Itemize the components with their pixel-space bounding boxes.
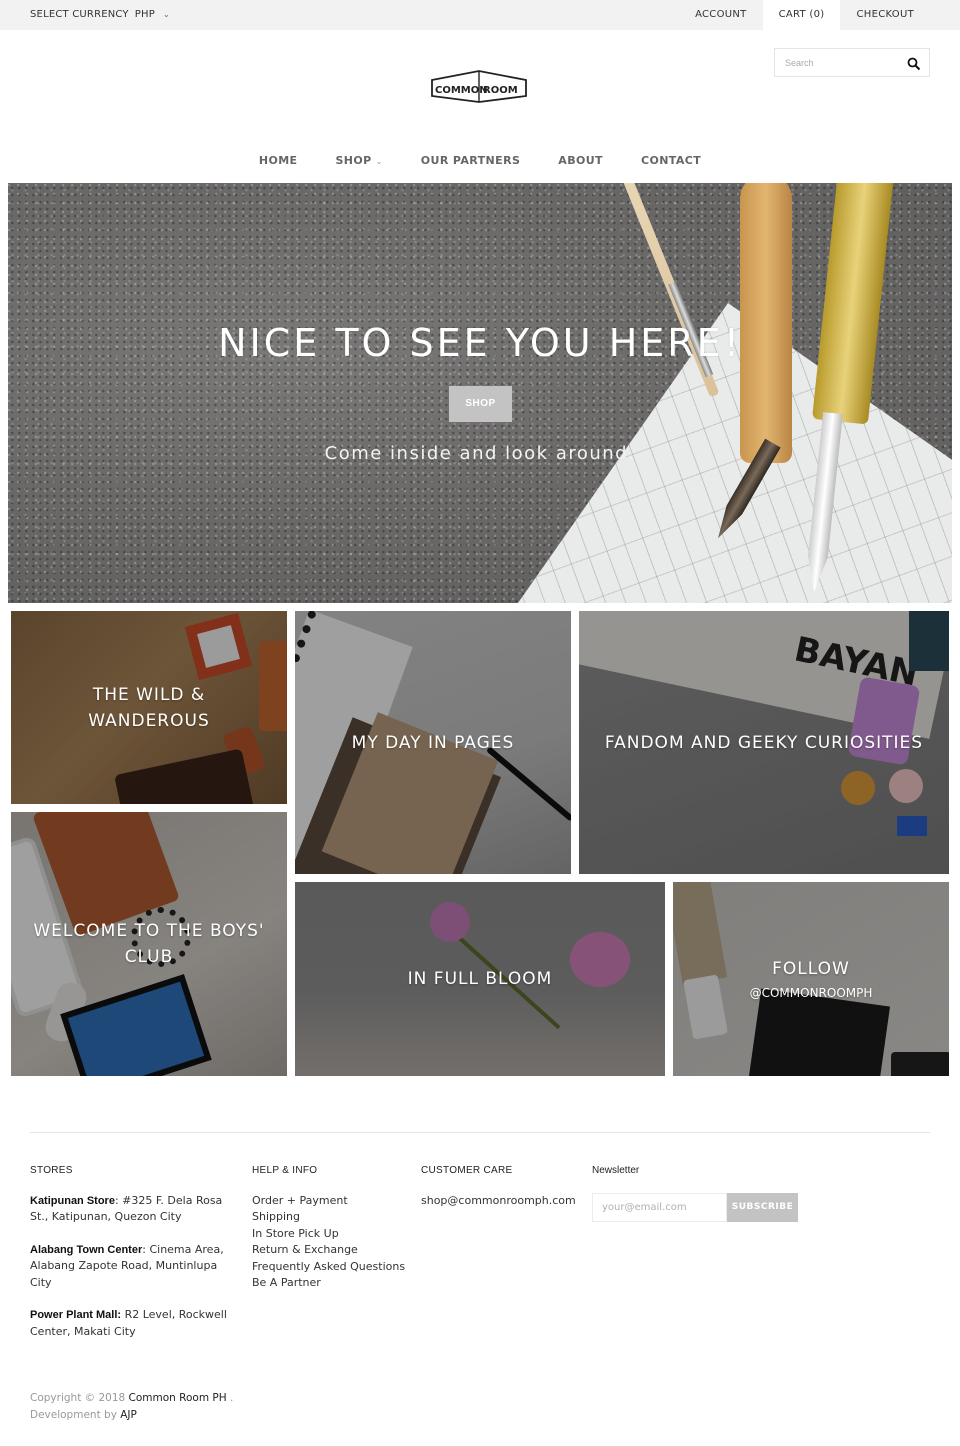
help-heading: HELP & INFO [252,1165,318,1176]
currency-selector[interactable]: SELECT CURRENCY PHP ⌄ [30,9,170,20]
search-input[interactable] [775,49,895,76]
copyright-prefix: Copyright © 2018 [30,1392,129,1404]
collection-title: WELCOME TO THE BOYS' CLUB [33,921,265,967]
subscribe-button[interactable]: SUBSCRIBE [727,1192,798,1222]
store-item: Katipunan Store: #325 F. Dela Rosa St., … [30,1193,235,1226]
search-box [774,48,930,77]
nav-home-label: HOME [258,154,298,167]
account-links: ACCOUNT CART (0) CHECKOUT [679,0,930,30]
account-link[interactable]: ACCOUNT [679,0,763,30]
main-navigation: HOME SHOP ⌄ OUR PARTNERS ABOUT CONTACT [0,150,960,172]
collection-tile-boys-club[interactable]: WELCOME TO THE BOYS' CLUB [11,812,287,1076]
care-email-link[interactable]: shop@commonroomph.com [421,1194,576,1207]
collection-title: THE WILD & WANDEROUS [88,684,210,731]
store-name: Power Plant Mall: [30,1309,122,1321]
help-link-be-a-partner[interactable]: Be A Partner [252,1275,412,1292]
collection-tile-wild-wanderous[interactable]: THE WILD & WANDEROUS [11,611,287,804]
footer-newsletter: Newsletter SUBSCRIBE [592,1163,812,1222]
top-utility-bar: SELECT CURRENCY PHP ⌄ ACCOUNT CART (0) C… [0,0,960,30]
search-icon[interactable] [907,56,921,71]
cart-link[interactable]: CART (0) [762,0,841,30]
hero-title: NICE TO SEE YOU HERE! [218,321,742,365]
newsletter-email-input[interactable] [592,1192,727,1222]
logo-text-right: ROOM [483,85,518,96]
collection-tile-fandom-geeky[interactable]: BAYAN FANDOM AND GEEKY CURIOSITIES [579,611,949,874]
nav-contact[interactable]: CONTACT [622,150,720,172]
nav-about-label: ABOUT [558,154,603,167]
site-logo[interactable]: COMMON ROOM [430,70,528,104]
help-link-order-payment[interactable]: Order + Payment [252,1193,412,1210]
collection-title: FANDOM AND GEEKY CURIOSITIES [604,732,924,753]
newsletter-form: SUBSCRIBE [592,1192,812,1222]
copyright: Copyright © 2018 Common Room PH . Develo… [30,1390,233,1423]
currency-value[interactable]: PHP [135,9,155,20]
collection-title: IN FULL BLOOM [407,969,553,989]
nav-home[interactable]: HOME [240,150,317,172]
care-heading: CUSTOMER CARE [421,1165,513,1176]
nav-partners-label: OUR PARTNERS [420,154,521,167]
nav-our-partners[interactable]: OUR PARTNERS [402,150,540,172]
stores-heading: STORES [30,1165,73,1176]
footer-help-info: HELP & INFO Order + Payment Shipping In … [252,1163,412,1292]
nav-contact-label: CONTACT [640,154,702,167]
follow-label: FOLLOW [772,959,850,979]
store-item: Alabang Town Center: Cinema Area, Alaban… [30,1242,235,1292]
hero-content: NICE TO SEE YOU HERE! SHOP Come inside a… [8,183,952,603]
collection-tile-my-day-in-pages[interactable]: MY DAY IN PAGES [295,611,571,874]
help-link-shipping[interactable]: Shipping [252,1209,412,1226]
brand-link[interactable]: Common Room PH [129,1392,227,1404]
store-item: Power Plant Mall: R2 Level, Rockwell Cen… [30,1307,235,1340]
footer-stores: STORES Katipunan Store: #325 F. Dela Ros… [30,1163,235,1356]
copyright-suffix: . [226,1392,234,1404]
logo-text-left: COMMON [435,85,488,96]
help-link-faq[interactable]: Frequently Asked Questions [252,1259,412,1276]
hero-subtitle: Come inside and look around. [324,443,636,464]
instagram-handle: @COMMONROOMPH [749,986,873,1000]
newsletter-heading: Newsletter [592,1165,640,1176]
development-prefix: Development by [30,1408,121,1421]
hero-banner: NICE TO SEE YOU HERE! SHOP Come inside a… [8,183,952,603]
copyright-line: Copyright © 2018 Common Room PH . [30,1390,233,1407]
follow-title: FOLLOW @COMMONROOMPH [730,956,893,1002]
chevron-down-icon: ⌄ [162,10,170,19]
chevron-down-icon: ⌄ [375,157,383,166]
collection-tile-in-full-bloom[interactable]: IN FULL BLOOM [295,882,665,1076]
footer-divider [30,1132,930,1133]
checkout-link[interactable]: CHECKOUT [840,0,930,30]
logo-house-icon: COMMON ROOM [431,70,527,103]
help-link-store-pickup[interactable]: In Store Pick Up [252,1226,412,1243]
nav-about[interactable]: ABOUT [539,150,622,172]
nav-shop[interactable]: SHOP ⌄ [316,150,401,172]
nav-shop-label: SHOP [335,154,372,167]
collection-title: MY DAY IN PAGES [351,732,515,753]
hero-shop-button[interactable]: SHOP [449,386,512,422]
store-name: Alabang Town Center [30,1243,143,1256]
footer-customer-care: CUSTOMER CARE shop@commonroomph.com [421,1163,591,1209]
store-name: Katipunan Store [30,1194,115,1207]
instagram-follow-tile[interactable]: FOLLOW @COMMONROOMPH [673,882,949,1076]
developer-link[interactable]: AJP [120,1409,137,1421]
currency-label: SELECT CURRENCY [30,9,129,20]
help-link-return-exchange[interactable]: Return & Exchange [252,1242,412,1259]
development-line: Development by AJP [30,1407,233,1424]
